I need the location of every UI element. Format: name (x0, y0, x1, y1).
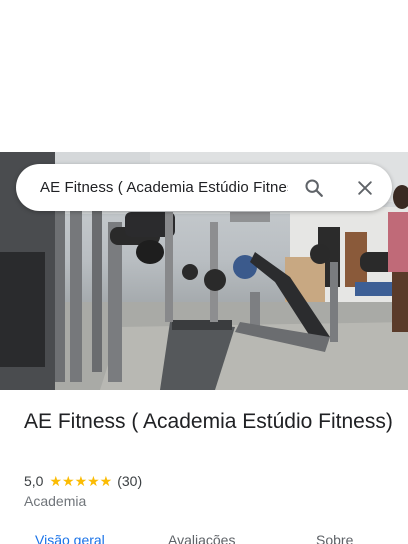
search-bar[interactable]: AE Fitness ( Academia Estúdio Fitness) (16, 164, 392, 211)
place-title: AE Fitness ( Academia Estúdio Fitness) (24, 410, 393, 433)
rating-value: 5,0 (24, 473, 44, 489)
place-tabs: Visão geral Avaliações Sobre (0, 530, 408, 544)
close-icon[interactable] (353, 176, 377, 200)
tab-reviews[interactable]: Avaliações (168, 532, 235, 544)
tab-overview[interactable]: Visão geral (35, 532, 105, 544)
review-count[interactable]: (30) (117, 473, 142, 489)
rating-row[interactable]: 5,0 ★★★★★ (30) (24, 472, 142, 490)
search-icon[interactable] (302, 176, 326, 200)
search-input[interactable]: AE Fitness ( Academia Estúdio Fitness) (40, 179, 288, 196)
tab-about[interactable]: Sobre (316, 532, 353, 544)
star-rating-icon: ★★★★★ (49, 472, 113, 489)
place-category[interactable]: Academia (24, 493, 86, 509)
